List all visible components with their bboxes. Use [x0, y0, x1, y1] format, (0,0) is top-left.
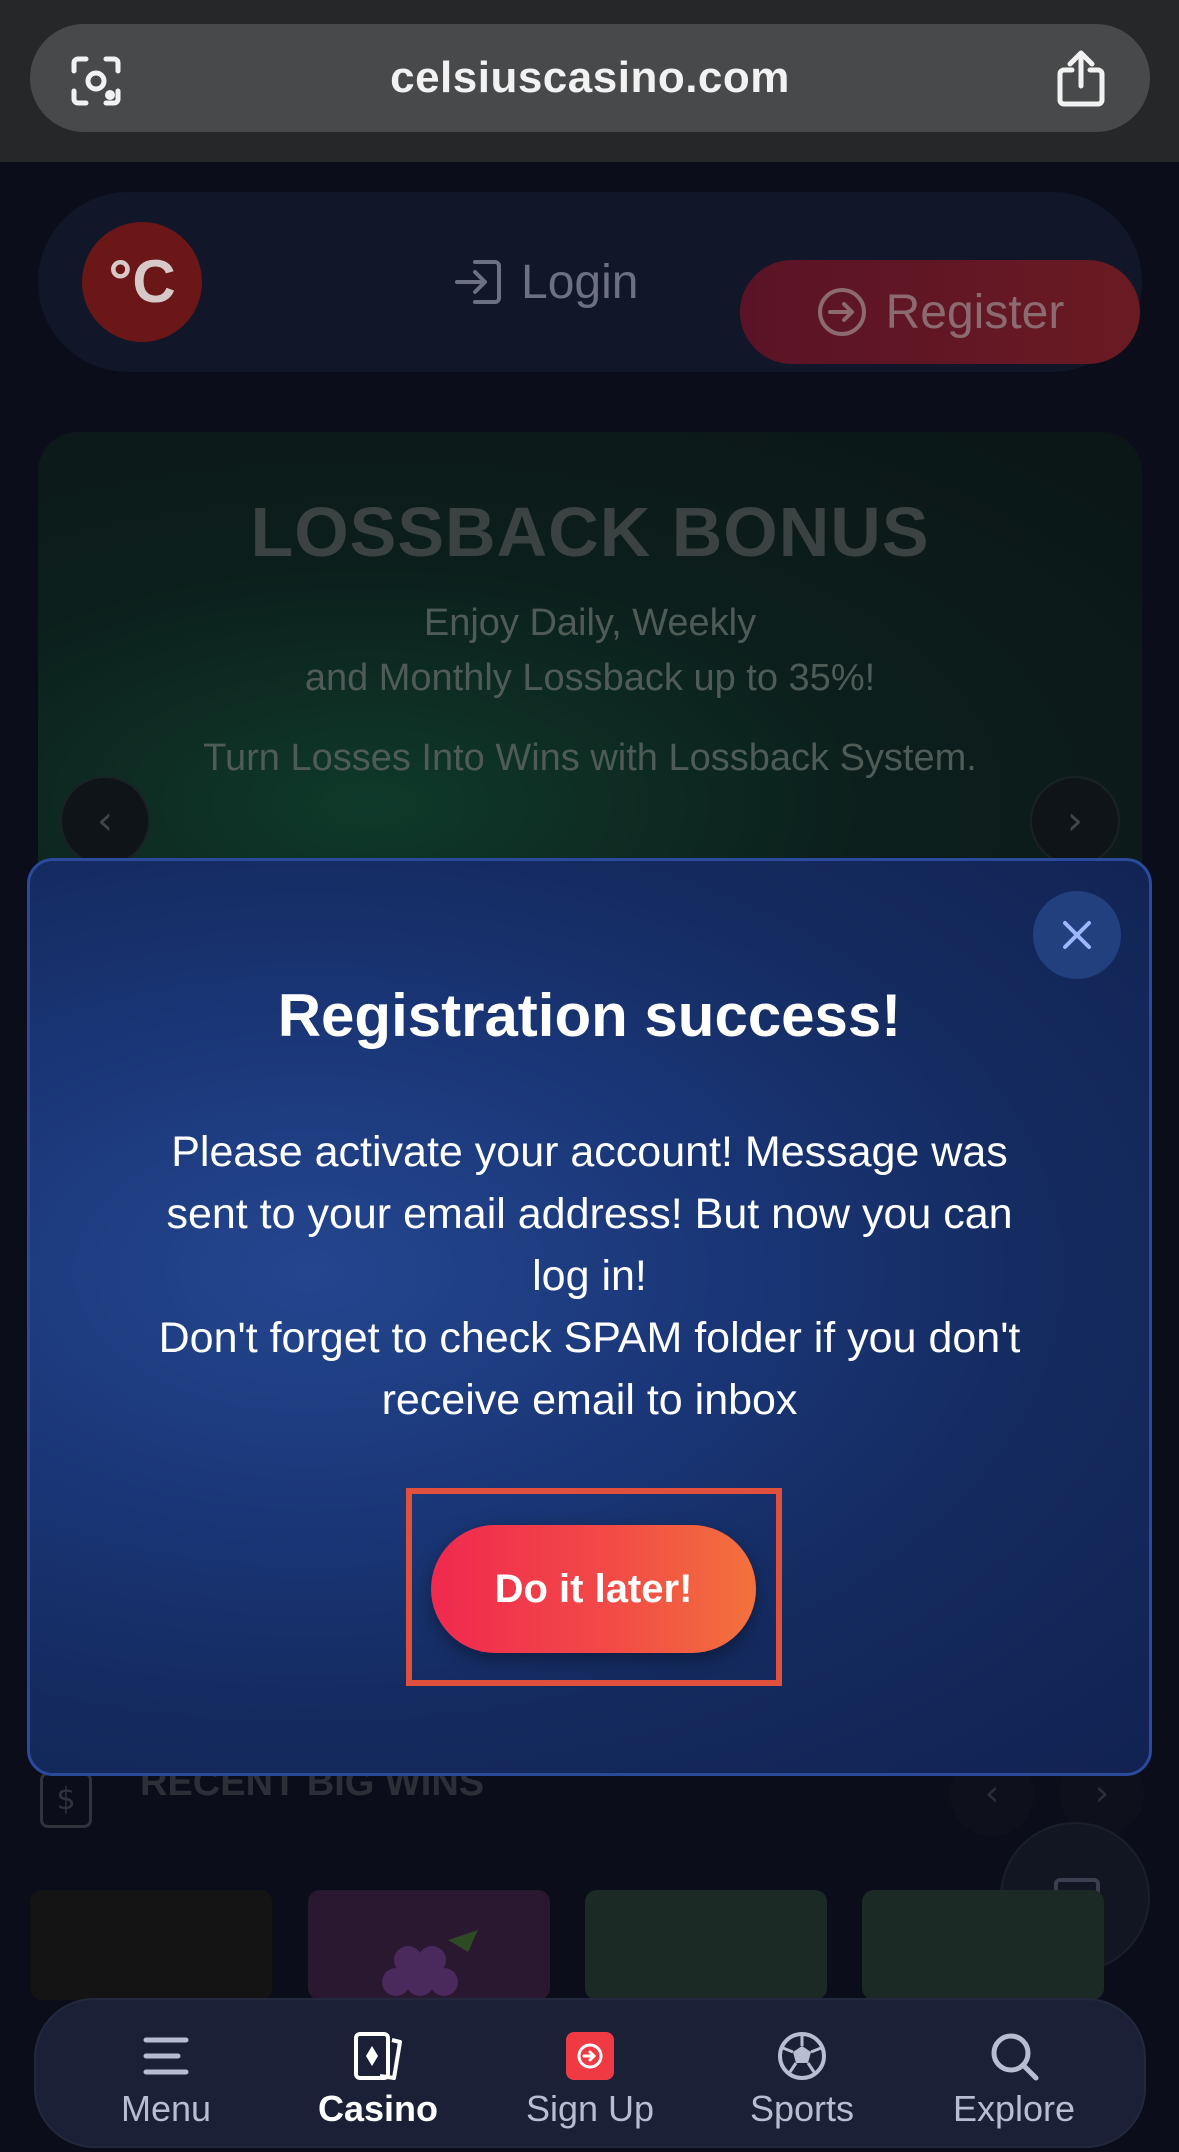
close-icon: [1063, 921, 1091, 949]
nav-item-sign-up[interactable]: Sign Up: [500, 2028, 680, 2138]
address-bar[interactable]: celsiuscasino.com: [30, 24, 1150, 132]
modal-close-button[interactable]: [1033, 891, 1121, 979]
carousel-next-button[interactable]: ›: [1030, 776, 1120, 866]
login-icon: [455, 260, 501, 304]
nav-item-sports[interactable]: Sports: [712, 2028, 892, 2138]
nav-item-explore[interactable]: Explore: [924, 2028, 1104, 2138]
game-tile[interactable]: [585, 1890, 827, 2000]
modal-message-line: Don't forget to check SPAM folder if you…: [158, 1314, 1021, 1362]
hamburger-icon: [143, 2037, 189, 2075]
modal-title: Registration success!: [277, 982, 902, 1049]
register-icon: [817, 288, 866, 336]
signup-icon: [566, 2032, 614, 2080]
login-link[interactable]: Login: [453, 240, 638, 324]
url-text[interactable]: celsiuscasino.com: [30, 24, 1150, 132]
page-scan-icon[interactable]: [70, 55, 122, 107]
nav-label-sign-up: Sign Up: [525, 2088, 655, 2129]
promo-title: LOSSBACK BONUS: [250, 493, 930, 571]
do-it-later-button[interactable]: Do it later!: [431, 1525, 756, 1653]
modal-message-line: Please activate your account! Message wa…: [171, 1128, 1008, 1176]
share-icon[interactable]: [1054, 50, 1108, 108]
nav-label-menu: Menu: [120, 2088, 212, 2129]
browser-toolbar: celsiuscasino.com: [0, 0, 1179, 162]
site-header: °C Login Register: [38, 192, 1142, 372]
nav-item-menu[interactable]: Menu: [76, 2028, 256, 2138]
register-label: Register: [885, 285, 1065, 339]
game-tile[interactable]: [862, 1890, 1104, 2000]
soccer-ball-icon: [778, 2032, 826, 2080]
promo-line-2: and Monthly Lossback up to 35%!: [304, 657, 876, 699]
registration-success-modal: Registration success! Please activate yo…: [27, 858, 1152, 1776]
dollar-icon: $: [40, 1772, 92, 1828]
carousel-prev-button[interactable]: ‹: [60, 776, 150, 866]
nav-item-casino[interactable]: Casino: [288, 2028, 468, 2138]
modal-message: Please activate your account! Message wa…: [70, 1121, 1109, 1431]
grapes-icon: [382, 1930, 478, 1996]
game-tile[interactable]: [30, 1890, 272, 2000]
nav-label-explore: Explore: [952, 2088, 1076, 2129]
bottom-navigation: Menu Casino Sign Up Sports Explore: [34, 1998, 1146, 2148]
search-icon: [991, 2033, 1039, 2081]
modal-message-line: sent to your email address! But now you …: [166, 1190, 1013, 1238]
promo-line-1: Enjoy Daily, Weekly: [423, 602, 757, 644]
login-label: Login: [521, 255, 639, 309]
cards-icon: [354, 2032, 402, 2080]
site-logo[interactable]: °C: [82, 222, 202, 342]
nav-label-casino: Casino: [317, 2088, 439, 2129]
game-tile[interactable]: [308, 1890, 550, 2000]
modal-message-line: log in!: [532, 1252, 647, 1300]
nav-label-sports: Sports: [749, 2088, 855, 2129]
promo-line-3: Turn Losses Into Wins with Lossback Syst…: [203, 737, 977, 779]
modal-message-line: receive email to inbox: [381, 1376, 798, 1424]
register-button[interactable]: Register: [740, 260, 1140, 364]
